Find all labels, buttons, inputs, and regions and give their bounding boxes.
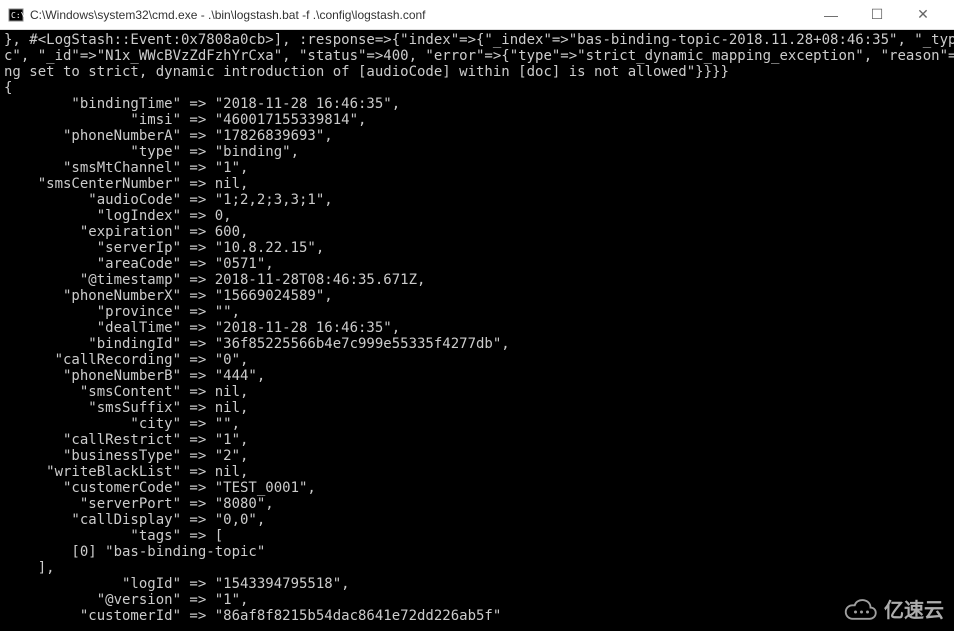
maximize-button[interactable]: ☐ <box>854 0 900 30</box>
window-controls: — ☐ ✕ <box>808 0 946 30</box>
watermark-text: 亿速云 <box>884 594 944 623</box>
cloud-icon <box>842 597 878 621</box>
cmd-icon: C:\ <box>8 7 24 23</box>
terminal-output[interactable]: }, #<LogStash::Event:0x7808a0cb>], :resp… <box>0 30 954 631</box>
close-button[interactable]: ✕ <box>900 0 946 30</box>
minimize-button[interactable]: — <box>808 0 854 30</box>
titlebar: C:\ C:\Windows\system32\cmd.exe - .\bin\… <box>0 0 954 30</box>
window-title: C:\Windows\system32\cmd.exe - .\bin\logs… <box>30 8 808 22</box>
svg-text:C:\: C:\ <box>11 11 24 20</box>
watermark: 亿速云 <box>842 594 944 623</box>
